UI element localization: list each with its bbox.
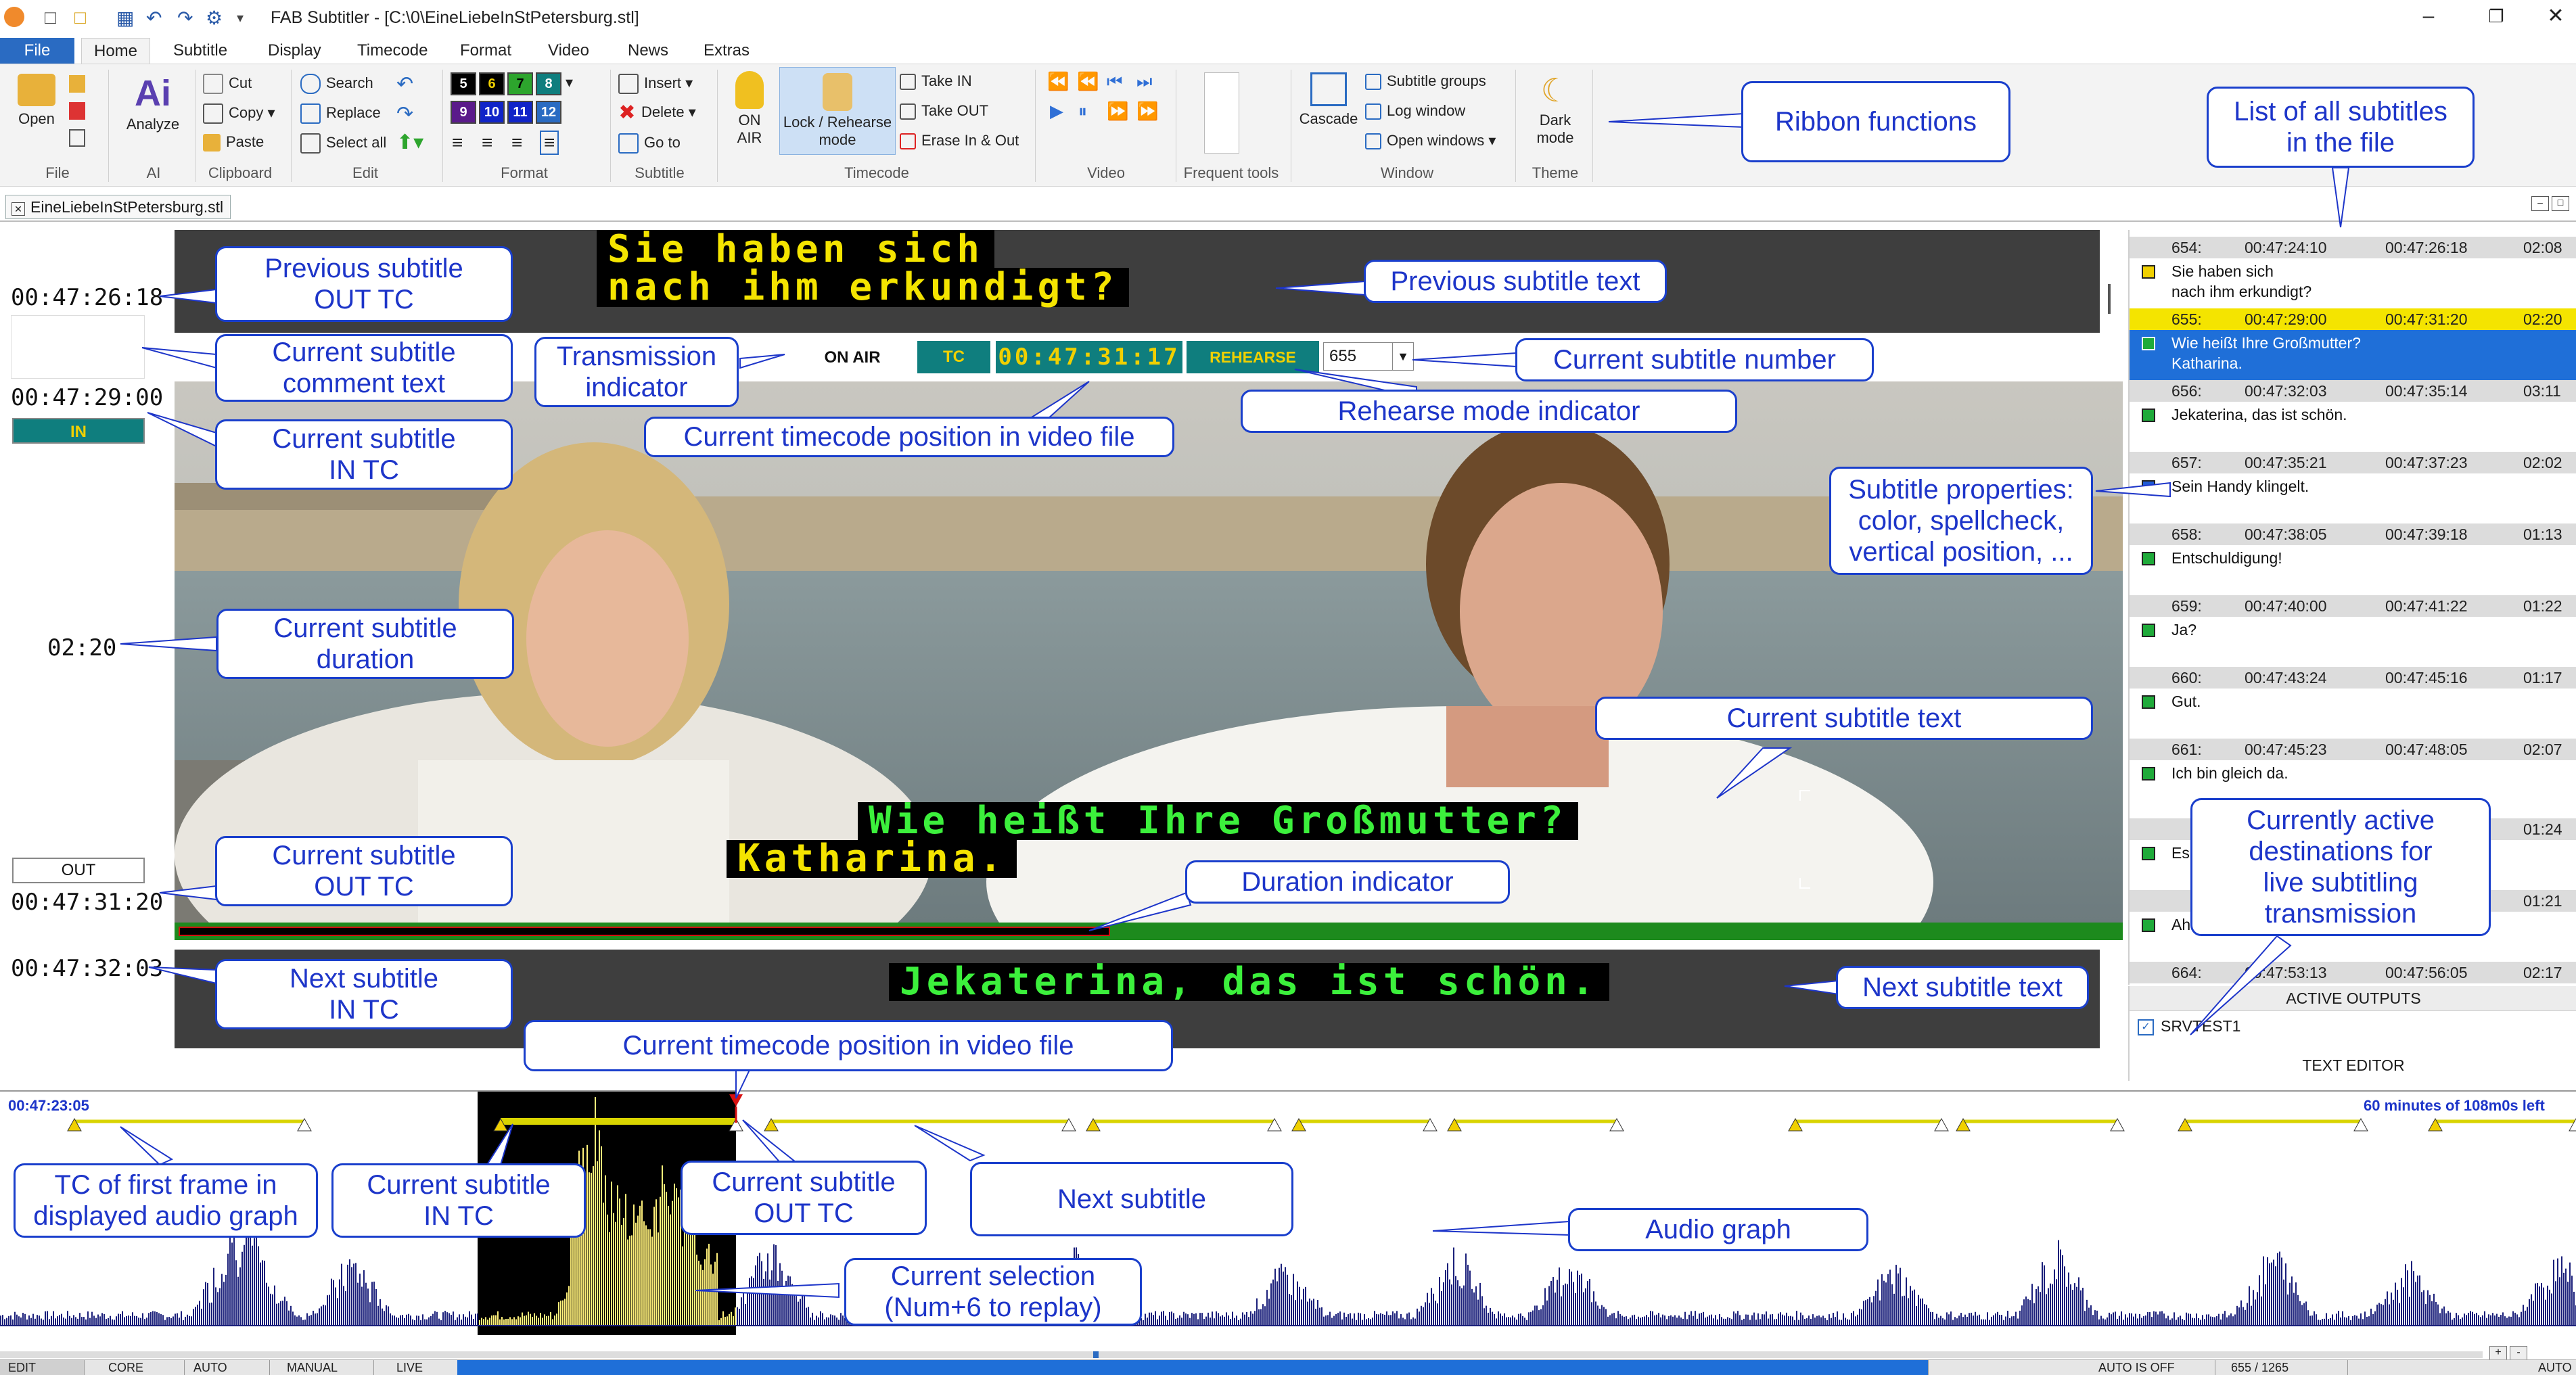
annotation-properties: Subtitle properties: color, spellcheck, ve… bbox=[1829, 467, 2093, 575]
annotation-tc-pos-audio: Current timecode position in video file bbox=[524, 1020, 1173, 1071]
annotation-duration-indicator: Duration indicator bbox=[1185, 860, 1510, 904]
annotation-cur-text: Current subtitle text bbox=[1595, 697, 2093, 740]
annotation-next-in-tc: Next subtitle IN TC bbox=[215, 959, 513, 1029]
annotation-list-all: List of all subtitles in the file bbox=[2207, 87, 2475, 168]
annotation-prev-text: Previous subtitle text bbox=[1364, 260, 1667, 303]
annotation-duration: Current subtitle duration bbox=[216, 609, 514, 679]
annotation-audio-graph: Audio graph bbox=[1568, 1208, 1868, 1251]
annotation-audio-in: Current subtitle IN TC bbox=[331, 1163, 586, 1238]
annotation-cur-out-tc: Current subtitle OUT TC bbox=[215, 836, 513, 906]
annotation-prev-out-tc: Previous subtitle OUT TC bbox=[215, 246, 513, 322]
annotation-first-frame: TC of first frame in displayed audio grap… bbox=[14, 1163, 318, 1238]
annotation-next-subtitle: Next subtitle bbox=[970, 1162, 1293, 1236]
annotation-active-destinations: Currently active destinations for live sub… bbox=[2190, 798, 2491, 936]
annotation-next-text: Next subtitle text bbox=[1836, 966, 2089, 1009]
annotation-comment: Current subtitle comment text bbox=[215, 334, 513, 402]
annotation-cur-tc-pos: Current timecode position in video file bbox=[644, 417, 1174, 457]
annotation-audio-out: Current subtitle OUT TC bbox=[681, 1161, 927, 1235]
annotation-transmission: Transmission indicator bbox=[534, 337, 739, 407]
annotation-cur-in-tc: Current subtitle IN TC bbox=[215, 419, 513, 490]
annotation-cur-number: Current subtitle number bbox=[1515, 338, 1874, 381]
annotation-ribbon-functions: Ribbon functions bbox=[1741, 81, 2010, 162]
annotation-selection: Current selection (Num+6 to replay) bbox=[844, 1258, 1142, 1326]
annotation-rehearse: Rehearse mode indicator bbox=[1241, 390, 1737, 433]
